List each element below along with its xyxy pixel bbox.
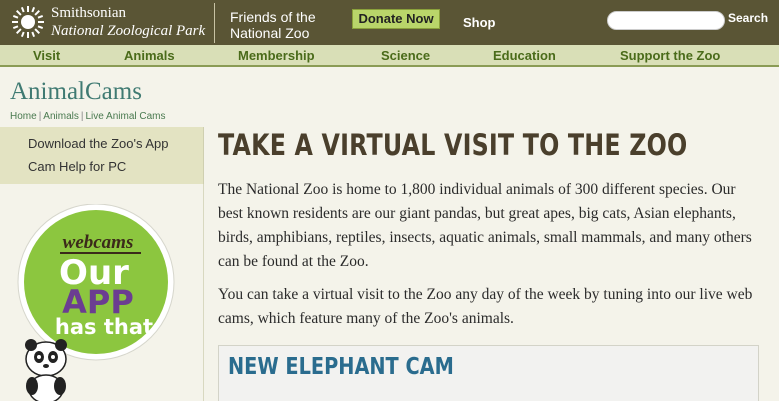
logo-line-1: Smithsonian xyxy=(51,5,127,21)
breadcrumb-home[interactable]: Home xyxy=(10,111,37,122)
virtual-visit-paragraph: You can take a virtual visit to the Zoo … xyxy=(218,286,753,327)
breadcrumb-live-animal-cams[interactable]: Live Animal Cams xyxy=(85,111,165,122)
logo-text: Smithsonian National Zoological Park xyxy=(51,4,205,40)
friends-line-1: Friends of the xyxy=(230,9,316,25)
search-button[interactable]: Search xyxy=(728,11,768,25)
friends-line-2: National Zoo xyxy=(230,25,310,41)
sidebar-links-box: Download the Zoo's App Cam Help for PC xyxy=(0,127,204,184)
panda-icon xyxy=(25,339,67,401)
breadcrumb: Home | Animals | Live Animal Cams xyxy=(10,111,166,122)
our-app-badge[interactable]: webcams Our APP has that xyxy=(16,204,176,401)
section-title: AnimalCams xyxy=(10,78,142,105)
shop-link[interactable]: Shop xyxy=(463,15,496,30)
nav-science[interactable]: Science xyxy=(381,48,430,63)
search-input[interactable] xyxy=(607,11,725,30)
page-title: TAKE A VIRTUAL VISIT TO THE ZOO xyxy=(218,128,688,162)
logo-line-2: National Zoological Park xyxy=(51,23,206,39)
sidebar-cam-help-link[interactable]: Cam Help for PC xyxy=(28,159,126,174)
breadcrumb-separator: | xyxy=(38,111,42,122)
nav-animals[interactable]: Animals xyxy=(124,48,175,63)
smithsonian-logo[interactable]: Smithsonian National Zoological Park xyxy=(11,4,205,40)
nav-education[interactable]: Education xyxy=(493,48,556,63)
donate-now-button[interactable]: Donate Now xyxy=(352,9,440,29)
top-bar: Smithsonian National Zoological Park Fri… xyxy=(0,0,779,45)
nav-support-the-zoo[interactable]: Support the Zoo xyxy=(620,48,720,63)
feature-title[interactable]: NEW ELEPHANT CAM xyxy=(228,354,454,380)
sun-logo-icon xyxy=(12,6,44,38)
breadcrumb-animals[interactable]: Animals xyxy=(43,111,79,122)
nav-membership[interactable]: Membership xyxy=(238,48,315,63)
badge-webcams-text: webcams xyxy=(63,232,134,253)
elephant-cam-feature: NEW ELEPHANT CAM xyxy=(218,345,759,401)
main-nav: Visit Animals Membership Science Educati… xyxy=(0,45,779,67)
friends-of-zoo-link[interactable]: Friends of the National Zoo xyxy=(230,9,316,41)
intro-paragraph: The National Zoo is home to 1,800 indivi… xyxy=(218,181,752,270)
badge-has-that-text: has that xyxy=(55,315,153,339)
sidebar-download-app-link[interactable]: Download the Zoo's App xyxy=(28,136,169,151)
breadcrumb-separator: | xyxy=(80,111,84,122)
header-divider xyxy=(214,3,215,43)
nav-visit[interactable]: Visit xyxy=(33,48,60,63)
